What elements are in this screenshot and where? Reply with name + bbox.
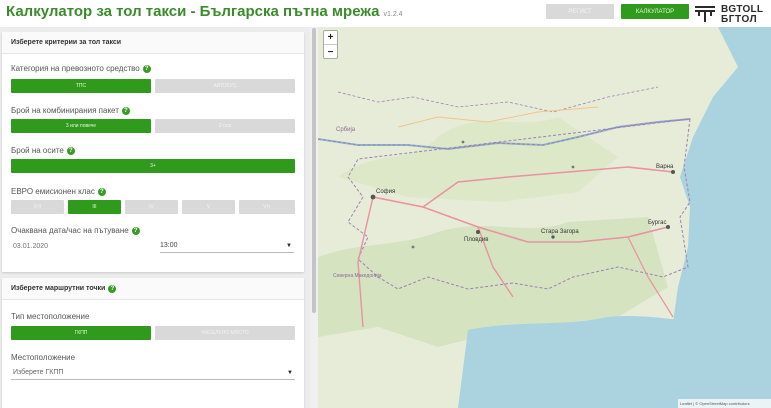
vehicle-option-truck[interactable]: ТПС	[11, 79, 151, 93]
axles-label: Брой на комбинирания пакет?	[11, 106, 130, 115]
bgtoll-logo[interactable]: BGTOLL БГТОЛ	[694, 3, 766, 25]
zoom-in-button[interactable]: +	[324, 31, 337, 45]
help-icon[interactable]: ?	[131, 226, 140, 235]
help-icon[interactable]: ?	[108, 284, 117, 293]
app-version: v1.2.4	[383, 11, 403, 18]
location-type-settlement[interactable]: НАСЕЛЕНО МЯСТО	[155, 326, 295, 340]
register-button[interactable]: РЕГИСТ	[546, 4, 614, 19]
euro-option-4[interactable]: IV	[125, 200, 178, 214]
map-label-burgas: Бургас	[648, 220, 666, 226]
logo-text-cyrillic: БГТОЛ	[721, 14, 758, 25]
axle-count-button[interactable]: 3+	[11, 159, 295, 173]
map-attribution[interactable]: Leaflet | © OpenStreetMap contributors	[678, 399, 771, 408]
calculator-button[interactable]: КАЛКУЛАТОР	[621, 4, 689, 19]
axles-option-2[interactable]: 2 оси	[155, 119, 295, 133]
zoom-out-button[interactable]: −	[324, 45, 337, 59]
map-label-varna: Варна	[656, 164, 674, 170]
location-type-border[interactable]: ГКПП	[11, 326, 151, 340]
caret-down-icon: ▼	[287, 369, 293, 376]
help-icon[interactable]: ?	[142, 64, 151, 73]
criteria-heading: Изберете критерии за тол такси	[2, 32, 304, 54]
app-title: Калкулатор за тол такси - Българска пътн…	[6, 3, 403, 20]
caret-down-icon: ▼	[286, 242, 292, 249]
date-input[interactable]: 03.01.2020	[13, 243, 48, 250]
map-label-severna-makedonija: Северна Македонија	[333, 273, 382, 279]
sidebar-scroll-thumb[interactable]	[312, 28, 316, 313]
axles-option-3plus[interactable]: 3 или повече	[11, 119, 151, 133]
help-icon[interactable]: ?	[97, 187, 106, 196]
map-canvas[interactable]: Србија София Варна Бургас Пловдив Стара …	[318, 27, 771, 408]
location-type-label: Тип местоположение	[11, 312, 90, 321]
map-label-plovdiv: Пловдив	[464, 237, 488, 243]
app-header: Калкулатор за тол такси - Българска пътн…	[0, 0, 771, 27]
route-heading: Изберете маршрутни точки?	[2, 278, 304, 300]
time-select[interactable]: 13:00 ▼	[160, 239, 294, 253]
location-placeholder: Изберете ГКПП	[13, 369, 64, 376]
help-icon[interactable]: ?	[66, 146, 75, 155]
vehicle-category-label: Категория на превозното средство?	[11, 64, 151, 73]
euro-option-5[interactable]: V	[182, 200, 235, 214]
euro-option-3[interactable]: III	[68, 200, 121, 214]
euro-class-label: ЕВРО емисионен клас?	[11, 187, 106, 196]
map-label-srbija: Србија	[336, 127, 356, 133]
help-icon[interactable]: ?	[121, 106, 130, 115]
route-panel: Изберете маршрутни точки? Тип местополож…	[2, 278, 304, 408]
euro-option-6plus[interactable]: VI+	[239, 200, 295, 214]
criteria-panel: Изберете критерии за тол такси Категория…	[2, 32, 304, 272]
map-label-stara-zagora: Стара Загора	[541, 229, 579, 235]
time-value: 13:00	[160, 242, 178, 249]
map-zoom-control: + −	[323, 30, 338, 59]
map-view[interactable]: Србија София Варна Бургас Пловдив Стара …	[318, 27, 771, 408]
location-select[interactable]: Изберете ГКПП ▼	[11, 366, 295, 380]
map-label-sofia: София	[376, 189, 395, 195]
datetime-label: Очаквана дата/час на пътуване?	[11, 226, 140, 235]
bgtoll-logo-icon	[695, 6, 715, 22]
euro-option-0-2[interactable]: 0-II	[11, 200, 64, 214]
vehicle-option-bus[interactable]: АВТОБУС	[155, 79, 295, 93]
location-label: Местоположение	[11, 353, 76, 362]
axle-count-label: Брой на осите?	[11, 146, 75, 155]
